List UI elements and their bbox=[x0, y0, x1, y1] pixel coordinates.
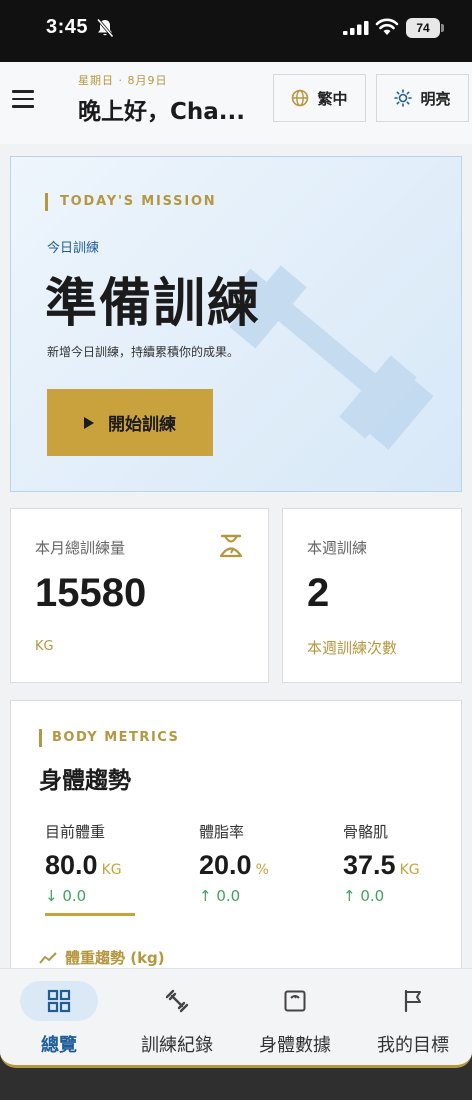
monthly-volume-value: 15580 bbox=[35, 571, 147, 615]
metric-label: 目前體重 bbox=[45, 823, 106, 841]
status-bar: 3:45 74 bbox=[0, 0, 472, 62]
monthly-volume-card[interactable]: 本月總訓練量 15580 KG bbox=[10, 508, 269, 683]
language-label: 繁中 bbox=[317, 90, 348, 108]
body-metrics-tag: BODY METRICS bbox=[39, 729, 179, 747]
weight-scale-icon bbox=[219, 534, 243, 558]
metric-change: ↓ 0.0 bbox=[45, 887, 87, 905]
nav-label: 總覽 bbox=[41, 1035, 77, 1056]
app-screen: 星期日 · 8月9日 晚上好，Cha... 繁中 明亮 TODAY'S MISS… bbox=[0, 62, 472, 1066]
weekly-training-card[interactable]: 本週訓練 2 本週訓練次數 bbox=[282, 508, 462, 683]
metric-value: 20.0 bbox=[199, 850, 252, 880]
metric-skeletal-muscle[interactable]: 骨骼肌 37.5 KG ↑ 0.0 bbox=[343, 821, 420, 905]
metric-body-fat[interactable]: 體脂率 20.0% ↑ 0.0 bbox=[199, 821, 269, 905]
metric-unit: KG bbox=[101, 862, 122, 878]
mission-subtitle: 今日訓練 bbox=[47, 241, 100, 256]
selected-metric-underline bbox=[45, 913, 135, 916]
bottom-navigation: 總覽 訓練紀錄 身體數據 我的目標 bbox=[0, 968, 472, 1066]
nav-tab-overview[interactable]: 總覽 bbox=[0, 969, 118, 1066]
greeting-title: 晚上好，Cha... bbox=[78, 99, 245, 125]
nav-tab-training-log[interactable]: 訓練紀錄 bbox=[118, 969, 236, 1066]
wifi-icon bbox=[375, 18, 399, 35]
theme-toggle-button[interactable]: 明亮 bbox=[376, 74, 469, 122]
weekly-training-unit: 本週訓練次數 bbox=[307, 639, 398, 657]
scale-icon bbox=[284, 990, 306, 1012]
hamburger-menu-icon[interactable] bbox=[12, 90, 34, 108]
monthly-volume-unit: KG bbox=[35, 639, 54, 654]
nav-icon-pill bbox=[138, 981, 216, 1021]
monthly-volume-label: 本月總訓練量 bbox=[35, 539, 126, 557]
weight-trend-heading: 體重趨勢 (kg) bbox=[39, 947, 165, 968]
nav-label: 身體數據 bbox=[259, 1035, 331, 1056]
nav-icon-pill bbox=[256, 981, 334, 1021]
weight-trend-label: 體重趨勢 (kg) bbox=[65, 949, 165, 967]
battery-tip bbox=[441, 24, 444, 32]
today-mission-card: TODAY'S MISSION 今日訓練 準備訓練 新增今日訓練，持續累積你的成… bbox=[10, 156, 462, 492]
language-button[interactable]: 繁中 bbox=[273, 74, 366, 122]
metric-change: ↑ 0.0 bbox=[199, 887, 241, 905]
status-time: 3:45 bbox=[46, 16, 89, 38]
flag-icon bbox=[404, 989, 421, 1013]
body-metrics-title: 身體趨勢 bbox=[39, 768, 131, 794]
sun-icon bbox=[394, 89, 413, 107]
cellular-signal-icon bbox=[343, 21, 369, 35]
nav-icon-pill bbox=[374, 981, 452, 1021]
globe-icon bbox=[292, 89, 309, 107]
dumbbell-icon bbox=[165, 989, 189, 1013]
trend-line-icon bbox=[39, 951, 57, 964]
play-icon bbox=[84, 416, 94, 429]
metric-label: 骨骼肌 bbox=[343, 823, 389, 841]
nav-label: 訓練紀錄 bbox=[141, 1035, 213, 1056]
start-training-label: 開始訓練 bbox=[108, 415, 176, 434]
nav-label: 我的目標 bbox=[377, 1035, 449, 1056]
theme-label: 明亮 bbox=[420, 90, 451, 108]
start-training-button[interactable]: 開始訓練 bbox=[47, 389, 213, 456]
bell-muted-icon bbox=[96, 18, 114, 38]
metric-value: 37.5 bbox=[343, 850, 396, 880]
top-header: 星期日 · 8月9日 晚上好，Cha... 繁中 明亮 bbox=[0, 62, 472, 144]
nav-tab-my-goals[interactable]: 我的目標 bbox=[354, 969, 472, 1066]
nav-icon-pill bbox=[20, 981, 98, 1021]
metric-value: 80.0 bbox=[45, 850, 98, 880]
nav-tab-body-data[interactable]: 身體數據 bbox=[236, 969, 354, 1066]
metric-change: ↑ 0.0 bbox=[343, 887, 385, 905]
metric-unit: KG bbox=[399, 862, 420, 878]
mission-description: 新增今日訓練，持續累積你的成果。 bbox=[47, 345, 240, 359]
mission-tag: TODAY'S MISSION bbox=[45, 193, 217, 211]
metric-label: 體脂率 bbox=[199, 823, 245, 841]
date-label: 星期日 · 8月9日 bbox=[78, 74, 168, 87]
battery-indicator: 74 bbox=[406, 18, 440, 38]
mission-title: 準備訓練 bbox=[45, 274, 262, 334]
weekly-training-label: 本週訓練 bbox=[307, 539, 368, 557]
metric-weight[interactable]: 目前體重 80.0 KG ↓ 0.0 bbox=[45, 821, 122, 905]
grid-icon bbox=[47, 989, 71, 1013]
weekly-training-value: 2 bbox=[307, 571, 330, 615]
metric-unit: % bbox=[255, 862, 269, 878]
